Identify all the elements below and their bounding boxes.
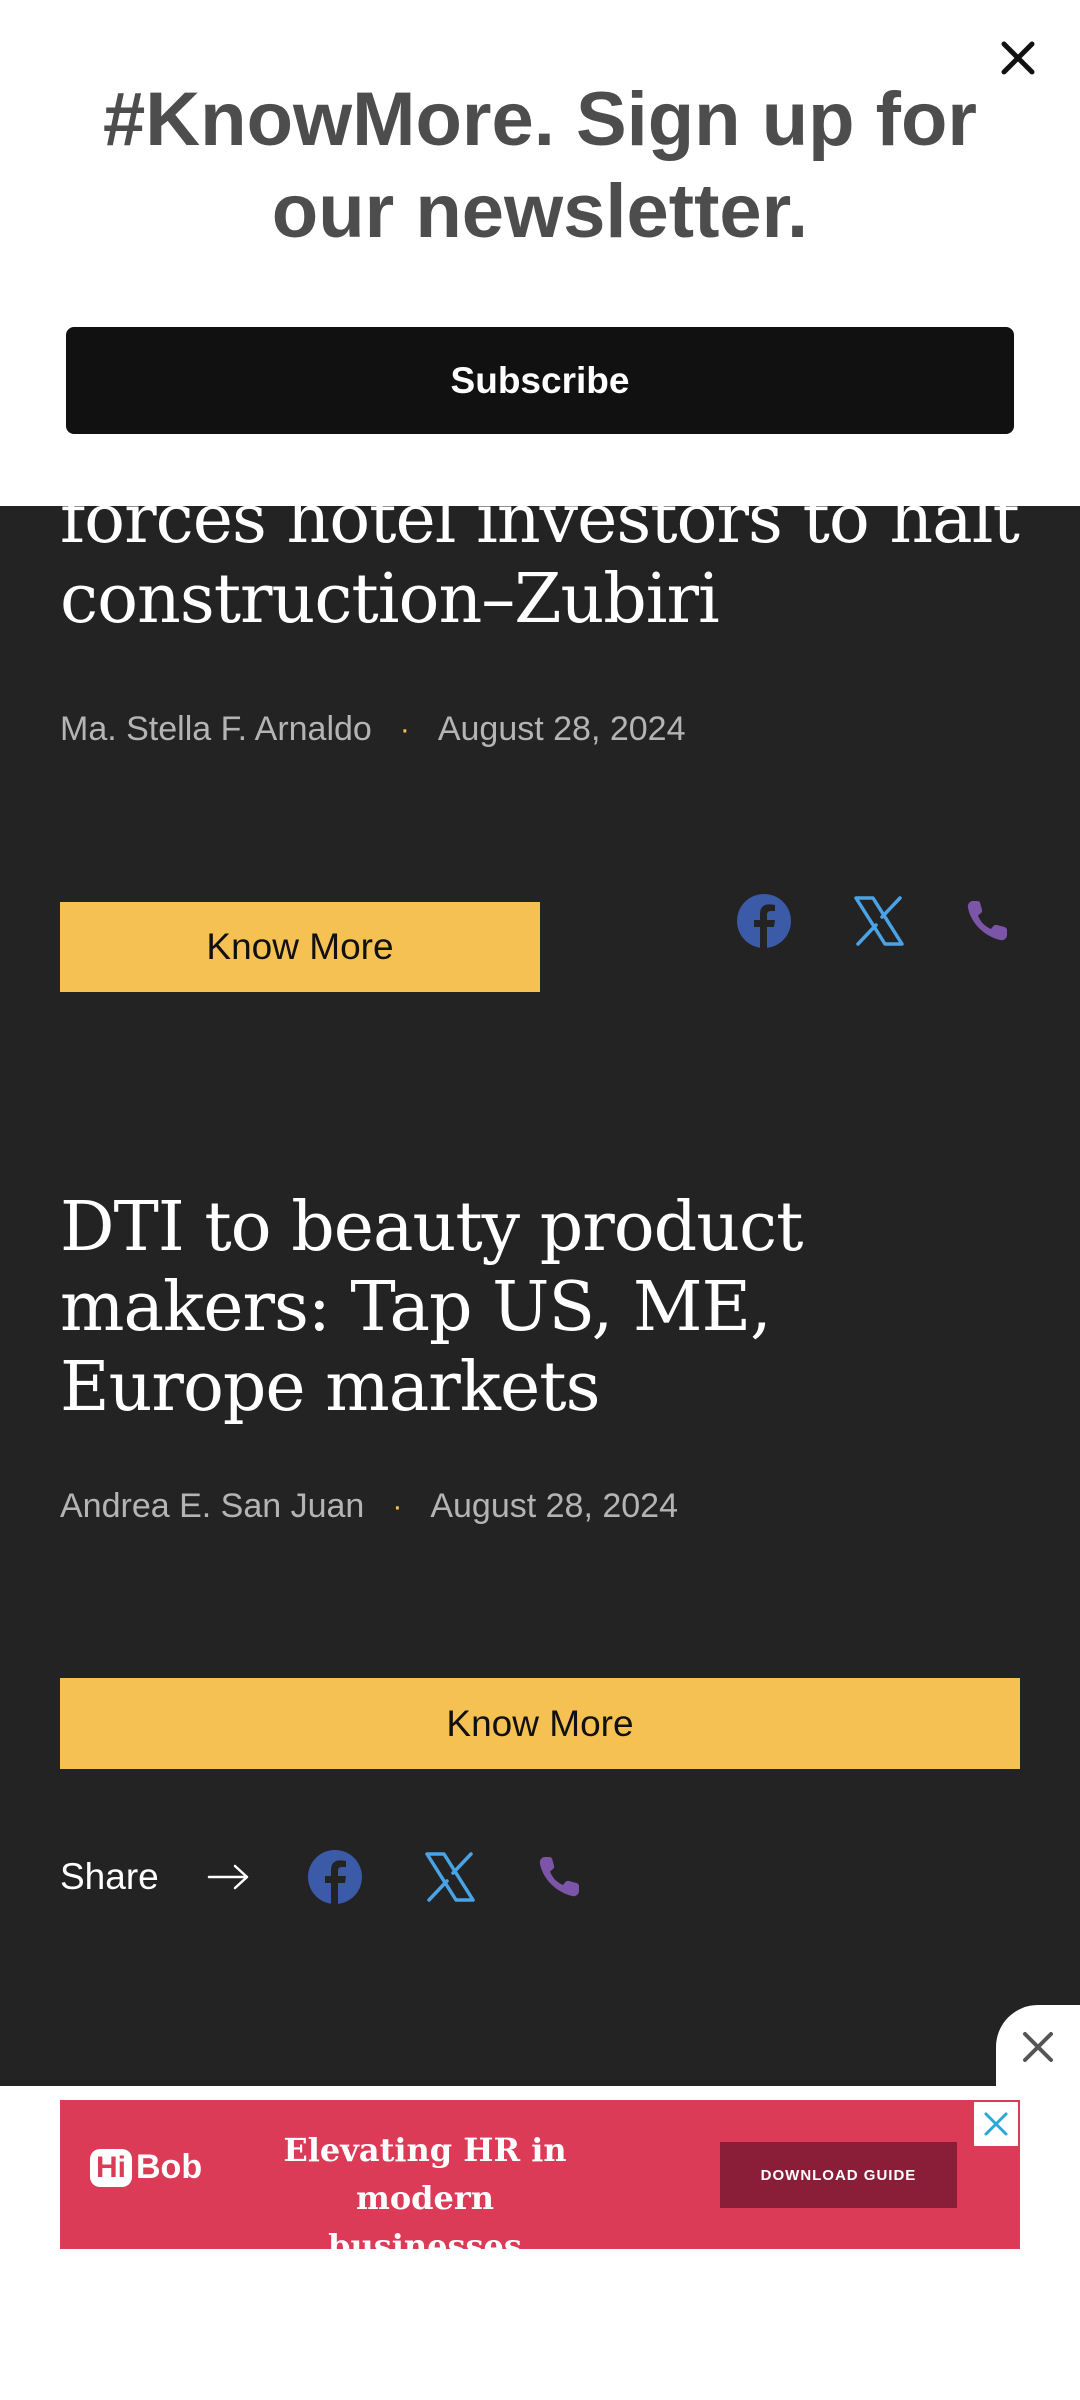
meta-separator: ·	[399, 712, 410, 746]
phone-icon[interactable]	[958, 892, 1016, 950]
article-meta: Ma. Stella F. Arnaldo · August 28, 2024	[60, 710, 1020, 749]
x-twitter-icon[interactable]	[850, 892, 908, 950]
article-author[interactable]: Andrea E. San Juan	[60, 1487, 364, 1526]
ad-banner[interactable]: Hi Bob Elevating HR in modern businesses…	[60, 2100, 1020, 2265]
newsletter-title: #KnowMore. Sign up for our newsletter.	[103, 77, 977, 254]
hibob-logo: Hi Bob	[90, 2148, 202, 2187]
arrow-right-icon	[200, 1848, 258, 1906]
facebook-icon[interactable]	[306, 1848, 364, 1906]
x-twitter-icon[interactable]	[421, 1848, 479, 1906]
article-meta: Andrea E. San Juan · August 28, 2024	[60, 1487, 1020, 1526]
facebook-icon[interactable]	[735, 892, 793, 950]
article-date: August 28, 2024	[437, 710, 686, 748]
subscribe-button[interactable]: Subscribe	[66, 327, 1014, 434]
know-more-button[interactable]: Know More	[60, 1678, 1020, 1769]
ad-text: Elevating HR in modern businesses	[283, 2131, 567, 2265]
article-card: DTI to beauty product makers: Tap US, ME…	[60, 1188, 1020, 1428]
article-author[interactable]: Ma. Stella F. Arnaldo	[60, 710, 372, 749]
ad-close-button[interactable]	[996, 2005, 1080, 2089]
phone-icon[interactable]	[530, 1848, 588, 1906]
meta-separator: ·	[392, 1489, 403, 1523]
newsletter-popup: #KnowMore. Sign up for our newsletter. S…	[0, 0, 1080, 506]
article-date: August 28, 2024	[430, 1487, 678, 1525]
article-headline[interactable]: DTI to beauty product makers: Tap US, ME…	[60, 1188, 1020, 1428]
ad-download-button[interactable]: DOWNLOAD GUIDE	[720, 2142, 957, 2208]
ad-close-icon[interactable]	[974, 2102, 1018, 2146]
know-more-button[interactable]: Know More	[60, 902, 540, 992]
share-label: Share	[60, 1856, 159, 1897]
